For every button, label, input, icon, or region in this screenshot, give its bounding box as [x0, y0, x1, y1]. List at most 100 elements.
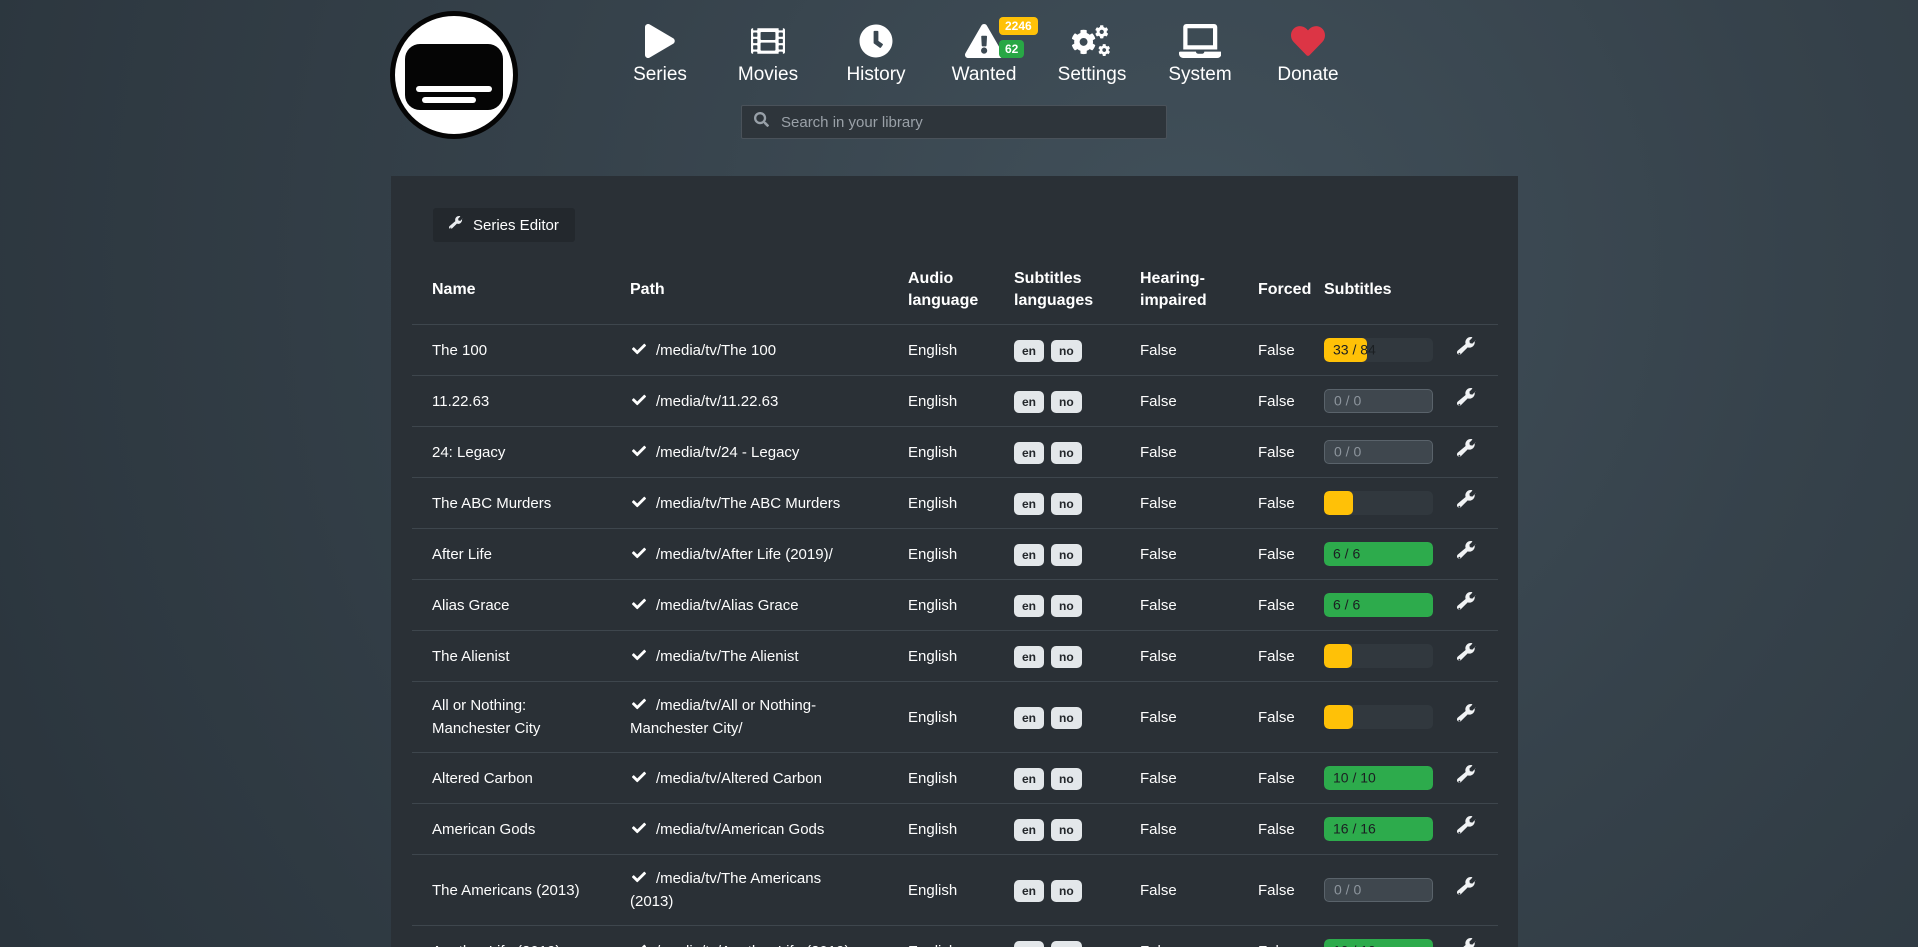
language-badge: en: [1014, 819, 1044, 841]
count-badge: 62: [999, 40, 1024, 58]
series-path: /media/tv/The 100: [610, 325, 888, 376]
edit-series-button[interactable]: [1457, 816, 1476, 838]
col-header-audio-language: Audio language: [888, 256, 994, 325]
forced-value: False: [1238, 427, 1304, 478]
language-badge: no: [1051, 544, 1082, 566]
search-icon: [754, 112, 769, 132]
path-text: /media/tv/The 100: [656, 342, 776, 359]
subtitles-progress-bar: 16 / 16: [1324, 817, 1433, 841]
col-header-actions: [1440, 256, 1498, 325]
subtitles-progress-bar: 10 / 10: [1324, 766, 1433, 790]
forced-value: False: [1238, 682, 1304, 753]
subtitles-progress-bar: 0 / 0: [1324, 440, 1433, 464]
subtitles-progress-label: 0 / 0: [1334, 879, 1361, 902]
edit-series-button[interactable]: [1457, 439, 1476, 461]
hearing-impaired-value: False: [1120, 682, 1238, 753]
nav-item-system[interactable]: System: [1146, 18, 1254, 96]
series-editor-button[interactable]: Series Editor: [433, 208, 575, 242]
hearing-impaired-value: False: [1120, 631, 1238, 682]
subtitles-languages: enno: [994, 529, 1120, 580]
series-name: Alias Grace: [412, 580, 610, 631]
edit-series-button[interactable]: [1457, 704, 1476, 726]
search-input[interactable]: [779, 113, 1154, 132]
subtitles-languages: enno: [994, 631, 1120, 682]
edit-series-button[interactable]: [1457, 938, 1476, 947]
gears-icon: [1038, 18, 1146, 58]
wrench-icon: [1457, 439, 1476, 458]
series-name: Another Life (2019): [412, 926, 610, 947]
forced-value: False: [1238, 631, 1304, 682]
bazarr-logo[interactable]: [390, 11, 518, 139]
col-header-name: Name: [412, 256, 610, 325]
edit-series-button[interactable]: [1457, 490, 1476, 512]
forced-value: False: [1238, 376, 1304, 427]
nav-item-donate[interactable]: Donate: [1254, 18, 1362, 96]
hearing-impaired-value: False: [1120, 478, 1238, 529]
path-text: /media/tv/The ABC Murders: [656, 495, 840, 512]
nav-label: System: [1146, 64, 1254, 86]
wrench-icon: [1457, 592, 1476, 611]
series-path: /media/tv/American Gods: [610, 804, 888, 855]
subtitles-progress-label: 16 / 16: [1333, 818, 1376, 841]
edit-series-button[interactable]: [1457, 388, 1476, 410]
series-editor-panel: Series Editor NamePathAudio languageSubt…: [391, 176, 1518, 947]
nav-item-settings[interactable]: Settings: [1038, 18, 1146, 96]
wrench-icon: [1457, 490, 1476, 509]
forced-value: False: [1238, 325, 1304, 376]
path-exists-check-icon: [630, 393, 648, 407]
table-row: American Gods/media/tv/American GodsEngl…: [412, 804, 1498, 855]
forced-value: False: [1238, 580, 1304, 631]
audio-language: English: [888, 376, 994, 427]
language-badge: no: [1051, 880, 1082, 902]
edit-series-button[interactable]: [1457, 643, 1476, 665]
nav-label: Settings: [1038, 64, 1146, 86]
hearing-impaired-value: False: [1120, 855, 1238, 926]
language-badge: no: [1051, 768, 1082, 790]
nav-label: Series: [606, 64, 714, 86]
series-path: /media/tv/The ABC Murders: [610, 478, 888, 529]
nav-item-movies[interactable]: Movies: [714, 18, 822, 96]
language-badge: no: [1051, 707, 1082, 729]
subtitles-progress-label: 10 / 10: [1333, 767, 1376, 790]
edit-series-button[interactable]: [1457, 337, 1476, 359]
film-icon: [714, 18, 822, 58]
table-row: Alias Grace/media/tv/Alias GraceEnglishe…: [412, 580, 1498, 631]
language-badge: no: [1051, 340, 1082, 362]
series-path: /media/tv/24 - Legacy: [610, 427, 888, 478]
col-header-hearing-impaired: Hearing-impaired: [1120, 256, 1238, 325]
audio-language: English: [888, 631, 994, 682]
edit-series-button[interactable]: [1457, 877, 1476, 899]
forced-value: False: [1238, 926, 1304, 947]
subtitles-progress-bar: 10 / 10: [1324, 939, 1433, 947]
path-exists-check-icon: [630, 697, 648, 711]
laptop-icon: [1146, 18, 1254, 58]
edit-series-button[interactable]: [1457, 592, 1476, 614]
audio-language: English: [888, 325, 994, 376]
play-icon: [606, 18, 714, 58]
path-exists-check-icon: [630, 821, 648, 835]
count-badge: 2246: [999, 17, 1038, 35]
audio-language: English: [888, 580, 994, 631]
hearing-impaired-value: False: [1120, 926, 1238, 947]
path-text: /media/tv/Altered Carbon: [656, 770, 822, 787]
hearing-impaired-value: False: [1120, 376, 1238, 427]
path-text: /media/tv/All or Nothing- Manchester Cit…: [630, 697, 816, 737]
hearing-impaired-value: False: [1120, 427, 1238, 478]
nav-label: History: [822, 64, 930, 86]
forced-value: False: [1238, 753, 1304, 804]
edit-series-button[interactable]: [1457, 765, 1476, 787]
series-path: /media/tv/The Americans (2013): [610, 855, 888, 926]
nav-item-wanted[interactable]: 224662Wanted: [930, 18, 1038, 96]
path-text: /media/tv/Alias Grace: [656, 597, 799, 614]
series-editor-label: Series Editor: [473, 217, 559, 234]
clock-icon: [822, 18, 930, 58]
edit-series-button[interactable]: [1457, 541, 1476, 563]
series-name: The Americans (2013): [412, 855, 610, 926]
path-text: /media/tv/After Life (2019)/: [656, 546, 833, 563]
subtitles-progress-bar: 0 / 0: [1324, 878, 1433, 902]
hearing-impaired-value: False: [1120, 529, 1238, 580]
forced-value: False: [1238, 478, 1304, 529]
language-badge: en: [1014, 544, 1044, 566]
nav-item-series[interactable]: Series: [606, 18, 714, 96]
nav-item-history[interactable]: History: [822, 18, 930, 96]
